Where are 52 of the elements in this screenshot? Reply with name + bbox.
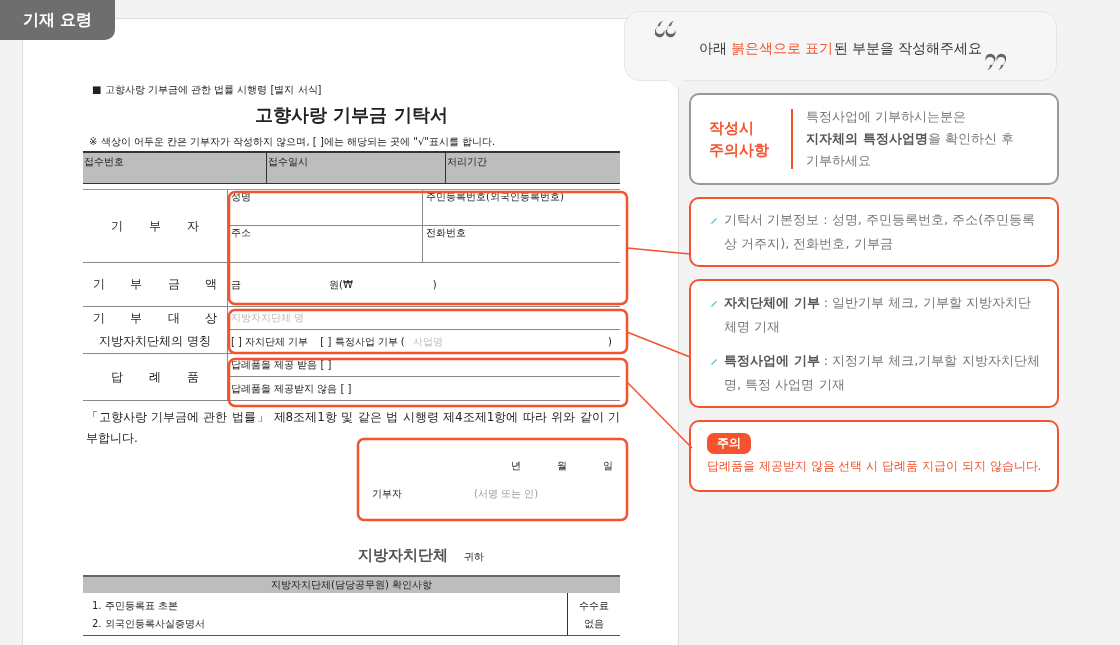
section-tag: 기재 요령 bbox=[0, 0, 115, 40]
amount-close: ) bbox=[432, 279, 437, 290]
guide-text: 특정사업에 기부 : 지정기부 체크,기부할 지방자치단체명, 특정 사업명 기재 bbox=[724, 351, 1041, 394]
field-label: 주민등록번호(외국인등록번호) bbox=[423, 190, 620, 226]
placeholder-text: 사업명 bbox=[412, 335, 443, 348]
document-item: 1. 주민등록표 초본 bbox=[92, 599, 179, 613]
quote-icon bbox=[655, 21, 677, 39]
row-label: 지방자치단체의 명칭 bbox=[99, 333, 211, 350]
amount-prefix: 금 bbox=[231, 277, 241, 292]
signer-label: 기부자 bbox=[372, 487, 402, 501]
field-label: 성명 bbox=[228, 190, 423, 226]
section-header: 지방자치단체(담당공무원) 확인사항 bbox=[83, 577, 620, 593]
statement-text: 「고향사랑 기부금에 관한 법률」 제8조제1항 및 같은 법 시행령 제4조제1항에 따라 위와 같이 기부합니다. bbox=[86, 409, 620, 447]
addressee-suffix: 귀하 bbox=[464, 550, 484, 564]
date-unit: 일 bbox=[603, 459, 613, 473]
warning-badge: 주의 bbox=[707, 433, 751, 454]
bubble-text: 아래 붉은색으로 표기 된 부분을 작성해주세요 bbox=[698, 40, 983, 58]
amount-unit: 원(₩ bbox=[329, 277, 353, 292]
warning-text: 답례품을 제공받지 않음 선택 시 답례품 지급이 되지 않습니다. bbox=[707, 458, 1043, 475]
field-label: 전화번호 bbox=[425, 226, 467, 240]
placeholder-text: 지방자치단체 명 bbox=[231, 312, 305, 324]
signature-hint: (서명 또는 인) bbox=[474, 487, 539, 501]
fee-value: 없음 bbox=[584, 617, 604, 631]
caution-text: 특정사업에 기부하시는분은 지자체의 특정사업명을 확인하신 후 기부하세요 bbox=[806, 108, 1014, 170]
option-label: 답례품을 제공 받음 [ ] bbox=[231, 359, 332, 371]
form-note: ※ 색상이 어두운 칸은 기부자가 작성하지 않으며, [ ]에는 해당되는 곳에 "√"표시를 합니다. bbox=[89, 135, 497, 149]
fee-label: 수수료 bbox=[579, 599, 609, 613]
option-label: [ ] 자치단체 기부 bbox=[231, 335, 309, 348]
quote-icon bbox=[984, 52, 1006, 70]
pencil-icon bbox=[709, 298, 718, 308]
pencil-icon bbox=[709, 356, 718, 366]
guide-text: 기탁서 기본정보 : 성명, 주민등록번호, 주소(주민등록상 거주지), 전화번호, 기부금 bbox=[724, 211, 1037, 253]
date-unit: 월 bbox=[557, 459, 567, 473]
row-label: 기 부 대 상 bbox=[92, 310, 218, 327]
close-paren: ) bbox=[608, 335, 612, 348]
document-item: 2. 외국인등록사실증명서 bbox=[92, 617, 206, 631]
row-label: 답 례 품 bbox=[111, 368, 199, 386]
office-cell: 처리기간 bbox=[445, 153, 620, 183]
option-label: 답례품을 제공받지 않음 [ ] bbox=[231, 382, 352, 395]
office-cell-text: 접수번호 bbox=[83, 155, 125, 169]
office-cell: 접수일시 bbox=[266, 153, 445, 183]
row-label: 기 부 자 bbox=[111, 217, 199, 235]
date-unit: 년 bbox=[511, 459, 521, 473]
option-label: [ ] 특정사업 기부 ( bbox=[320, 335, 405, 348]
pencil-icon bbox=[709, 216, 718, 225]
addressee: 지방자치단체 bbox=[358, 546, 448, 565]
form-title: 고향사랑 기부금 기탁서 bbox=[254, 103, 449, 127]
row-label: 기 부 금 액 bbox=[92, 276, 218, 293]
form-reference: ■ 고향사랑 기부금에 관한 법률 시행령 [별지 서식] bbox=[92, 83, 323, 97]
field-label: 주소 bbox=[228, 226, 423, 262]
caution-title: 작성시 주의사항 bbox=[709, 118, 770, 161]
guide-text: 자치단체에 기부 : 일반기부 체크, 기부할 지방자치단체명 기재 bbox=[724, 293, 1032, 336]
